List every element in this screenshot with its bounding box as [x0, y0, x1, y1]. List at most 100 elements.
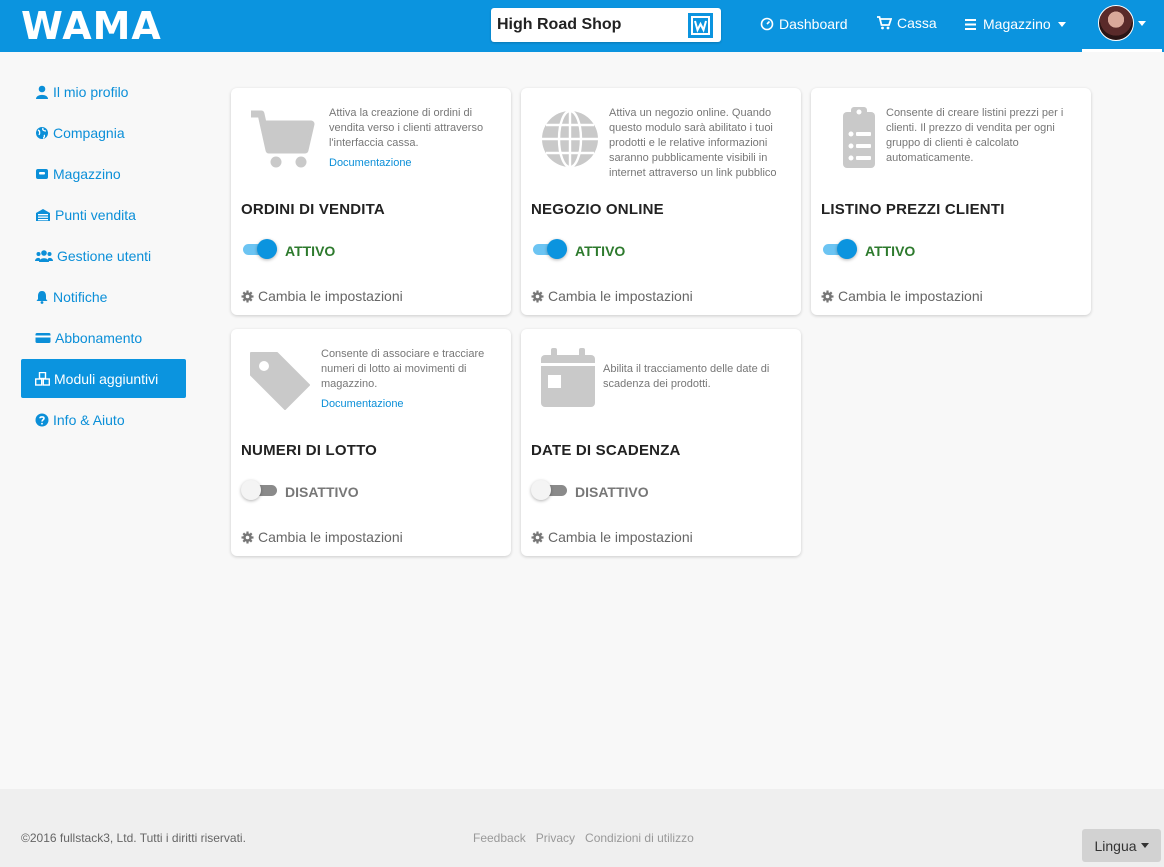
cubes-icon [35, 371, 50, 386]
avatar [1098, 5, 1134, 41]
nav-cassa[interactable]: Cassa [876, 15, 937, 31]
module-title: ORDINI DI VENDITA [241, 201, 385, 218]
sidebar-item-label: Punti vendita [55, 206, 136, 223]
documentation-link[interactable]: Documentazione [329, 156, 499, 171]
module-card-sales-orders: Attiva la creazione di ordini di vendita… [231, 88, 511, 315]
gear-icon [241, 531, 254, 543]
module-toggle[interactable] [241, 479, 277, 501]
module-description-text: Attiva un negozio online. Quando questo … [609, 107, 777, 179]
module-description: Attiva un negozio online. Quando questo … [609, 106, 789, 181]
module-card-expiry-dates: Abilita il tracciamento delle date di sc… [521, 329, 801, 556]
settings-label: Cambia le impostazioni [258, 288, 403, 304]
chevron-down-icon [1057, 21, 1066, 27]
user-icon [36, 85, 48, 99]
module-title: NEGOZIO ONLINE [531, 201, 664, 218]
module-card-price-list: Consente di creare listini prezzi per i … [811, 88, 1091, 315]
sidebar-item-label: Gestione utenti [57, 247, 152, 264]
chevron-down-icon [1138, 21, 1146, 26]
shop-name: High Road Shop [497, 16, 622, 33]
module-status: DISATTIVO [285, 484, 359, 500]
shop-logo-icon [688, 13, 713, 38]
nav-dashboard-label: Dashboard [779, 16, 848, 32]
copyright-text: ©2016 fullstack3, Ltd. Tutti i diritti r… [21, 831, 246, 845]
cart-icon [877, 16, 892, 30]
change-settings-link[interactable]: Cambia le impostazioni [531, 288, 693, 304]
settings-label: Cambia le impostazioni [548, 288, 693, 304]
page-footer: ©2016 fullstack3, Ltd. Tutti i diritti r… [0, 789, 1164, 867]
gear-icon [531, 290, 544, 302]
sidebar-item-notifications[interactable]: Notifiche [21, 277, 186, 316]
sidebar-item-users[interactable]: Gestione utenti [21, 236, 186, 275]
module-toggle[interactable] [821, 238, 857, 260]
footer-links: Feedback Privacy Condizioni di utilizzo [473, 831, 694, 845]
users-icon [35, 249, 53, 262]
settings-label: Cambia le impostazioni [838, 288, 983, 304]
gear-icon [241, 290, 254, 302]
store-icon [36, 208, 50, 221]
top-navbar: WAMA High Road Shop Dashboard Cassa Maga… [0, 0, 1164, 52]
settings-sidebar: Il mio profilo Compagnia Magazzino Punti… [21, 72, 186, 441]
language-dropdown-button[interactable]: Lingua [1082, 829, 1161, 862]
footer-link-privacy[interactable]: Privacy [536, 831, 575, 845]
footer-link-feedback[interactable]: Feedback [473, 831, 526, 845]
globe-icon [36, 126, 48, 139]
nav-magazzino-dropdown[interactable]: Magazzino [964, 16, 1066, 32]
bell-icon [36, 290, 48, 304]
module-status: DISATTIVO [575, 484, 649, 500]
module-card-lot-numbers: Consente di associare e tracciare numeri… [231, 329, 511, 556]
footer-link-terms[interactable]: Condizioni di utilizzo [585, 831, 694, 845]
documentation-link[interactable]: Documentazione [321, 397, 499, 412]
nav-dashboard[interactable]: Dashboard [760, 16, 848, 32]
sidebar-item-label: Notifiche [53, 288, 108, 305]
module-toggle[interactable] [531, 238, 567, 260]
module-status: ATTIVO [575, 243, 626, 259]
dashboard-gauge-icon [760, 17, 774, 31]
module-card-online-store: Attiva un negozio online. Quando questo … [521, 88, 801, 315]
sidebar-item-help[interactable]: Info & Aiuto [21, 400, 186, 439]
change-settings-link[interactable]: Cambia le impostazioni [531, 529, 693, 545]
change-settings-link[interactable]: Cambia le impostazioni [241, 288, 403, 304]
module-description: Attiva la creazione di ordini di vendita… [329, 106, 499, 171]
module-description-text: Attiva la creazione di ordini di vendita… [329, 107, 484, 149]
module-title: NUMERI DI LOTTO [241, 442, 378, 459]
sidebar-item-label: Magazzino [53, 165, 121, 182]
logo-text: WAMA [21, 4, 162, 48]
settings-label: Cambia le impostazioni [548, 529, 693, 545]
sidebar-item-addons[interactable]: Moduli aggiuntivi [21, 359, 186, 398]
gear-icon [531, 531, 544, 543]
user-menu[interactable] [1082, 0, 1162, 52]
shop-selector[interactable]: High Road Shop [491, 8, 721, 42]
gear-icon [821, 290, 834, 302]
change-settings-link[interactable]: Cambia le impostazioni [821, 288, 983, 304]
calendar-icon [541, 348, 595, 407]
clipboard-list-icon [843, 107, 875, 168]
module-toggle[interactable] [531, 479, 567, 501]
question-icon [35, 413, 49, 426]
sidebar-item-profile[interactable]: Il mio profilo [21, 72, 186, 111]
sidebar-item-label: Il mio profilo [53, 83, 129, 100]
sidebar-item-company[interactable]: Compagnia [21, 113, 186, 152]
sidebar-item-label: Abbonamento [55, 329, 143, 346]
module-description: Consente di associare e tracciare numeri… [321, 347, 499, 412]
sidebar-item-subscription[interactable]: Abbonamento [21, 318, 186, 357]
sidebar-item-warehouse[interactable]: Magazzino [21, 154, 186, 193]
language-label: Lingua [1094, 837, 1137, 854]
module-description-text: Consente di creare listini prezzi per i … [886, 107, 1064, 164]
wama-logo[interactable]: WAMA [21, 7, 162, 45]
sidebar-item-label: Moduli aggiuntivi [54, 370, 159, 387]
credit-card-icon [35, 332, 51, 343]
module-toggle[interactable] [241, 238, 277, 260]
module-description-text: Consente di associare e tracciare numeri… [321, 348, 485, 390]
module-title: DATE DI SCADENZA [531, 442, 681, 459]
chevron-down-icon [1140, 843, 1149, 848]
nav-cassa-label: Cassa [897, 15, 937, 31]
tag-icon [250, 352, 310, 410]
globe-icon [542, 109, 598, 169]
sidebar-item-stores[interactable]: Punti vendita [21, 195, 186, 234]
change-settings-link[interactable]: Cambia le impostazioni [241, 529, 403, 545]
module-description-text: Abilita il tracciamento delle date di sc… [603, 363, 770, 390]
box-icon [36, 168, 48, 179]
module-description: Abilita il tracciamento delle date di sc… [603, 362, 789, 392]
sidebar-item-label: Info & Aiuto [53, 411, 125, 428]
module-title: LISTINO PREZZI CLIENTI [821, 201, 1005, 218]
